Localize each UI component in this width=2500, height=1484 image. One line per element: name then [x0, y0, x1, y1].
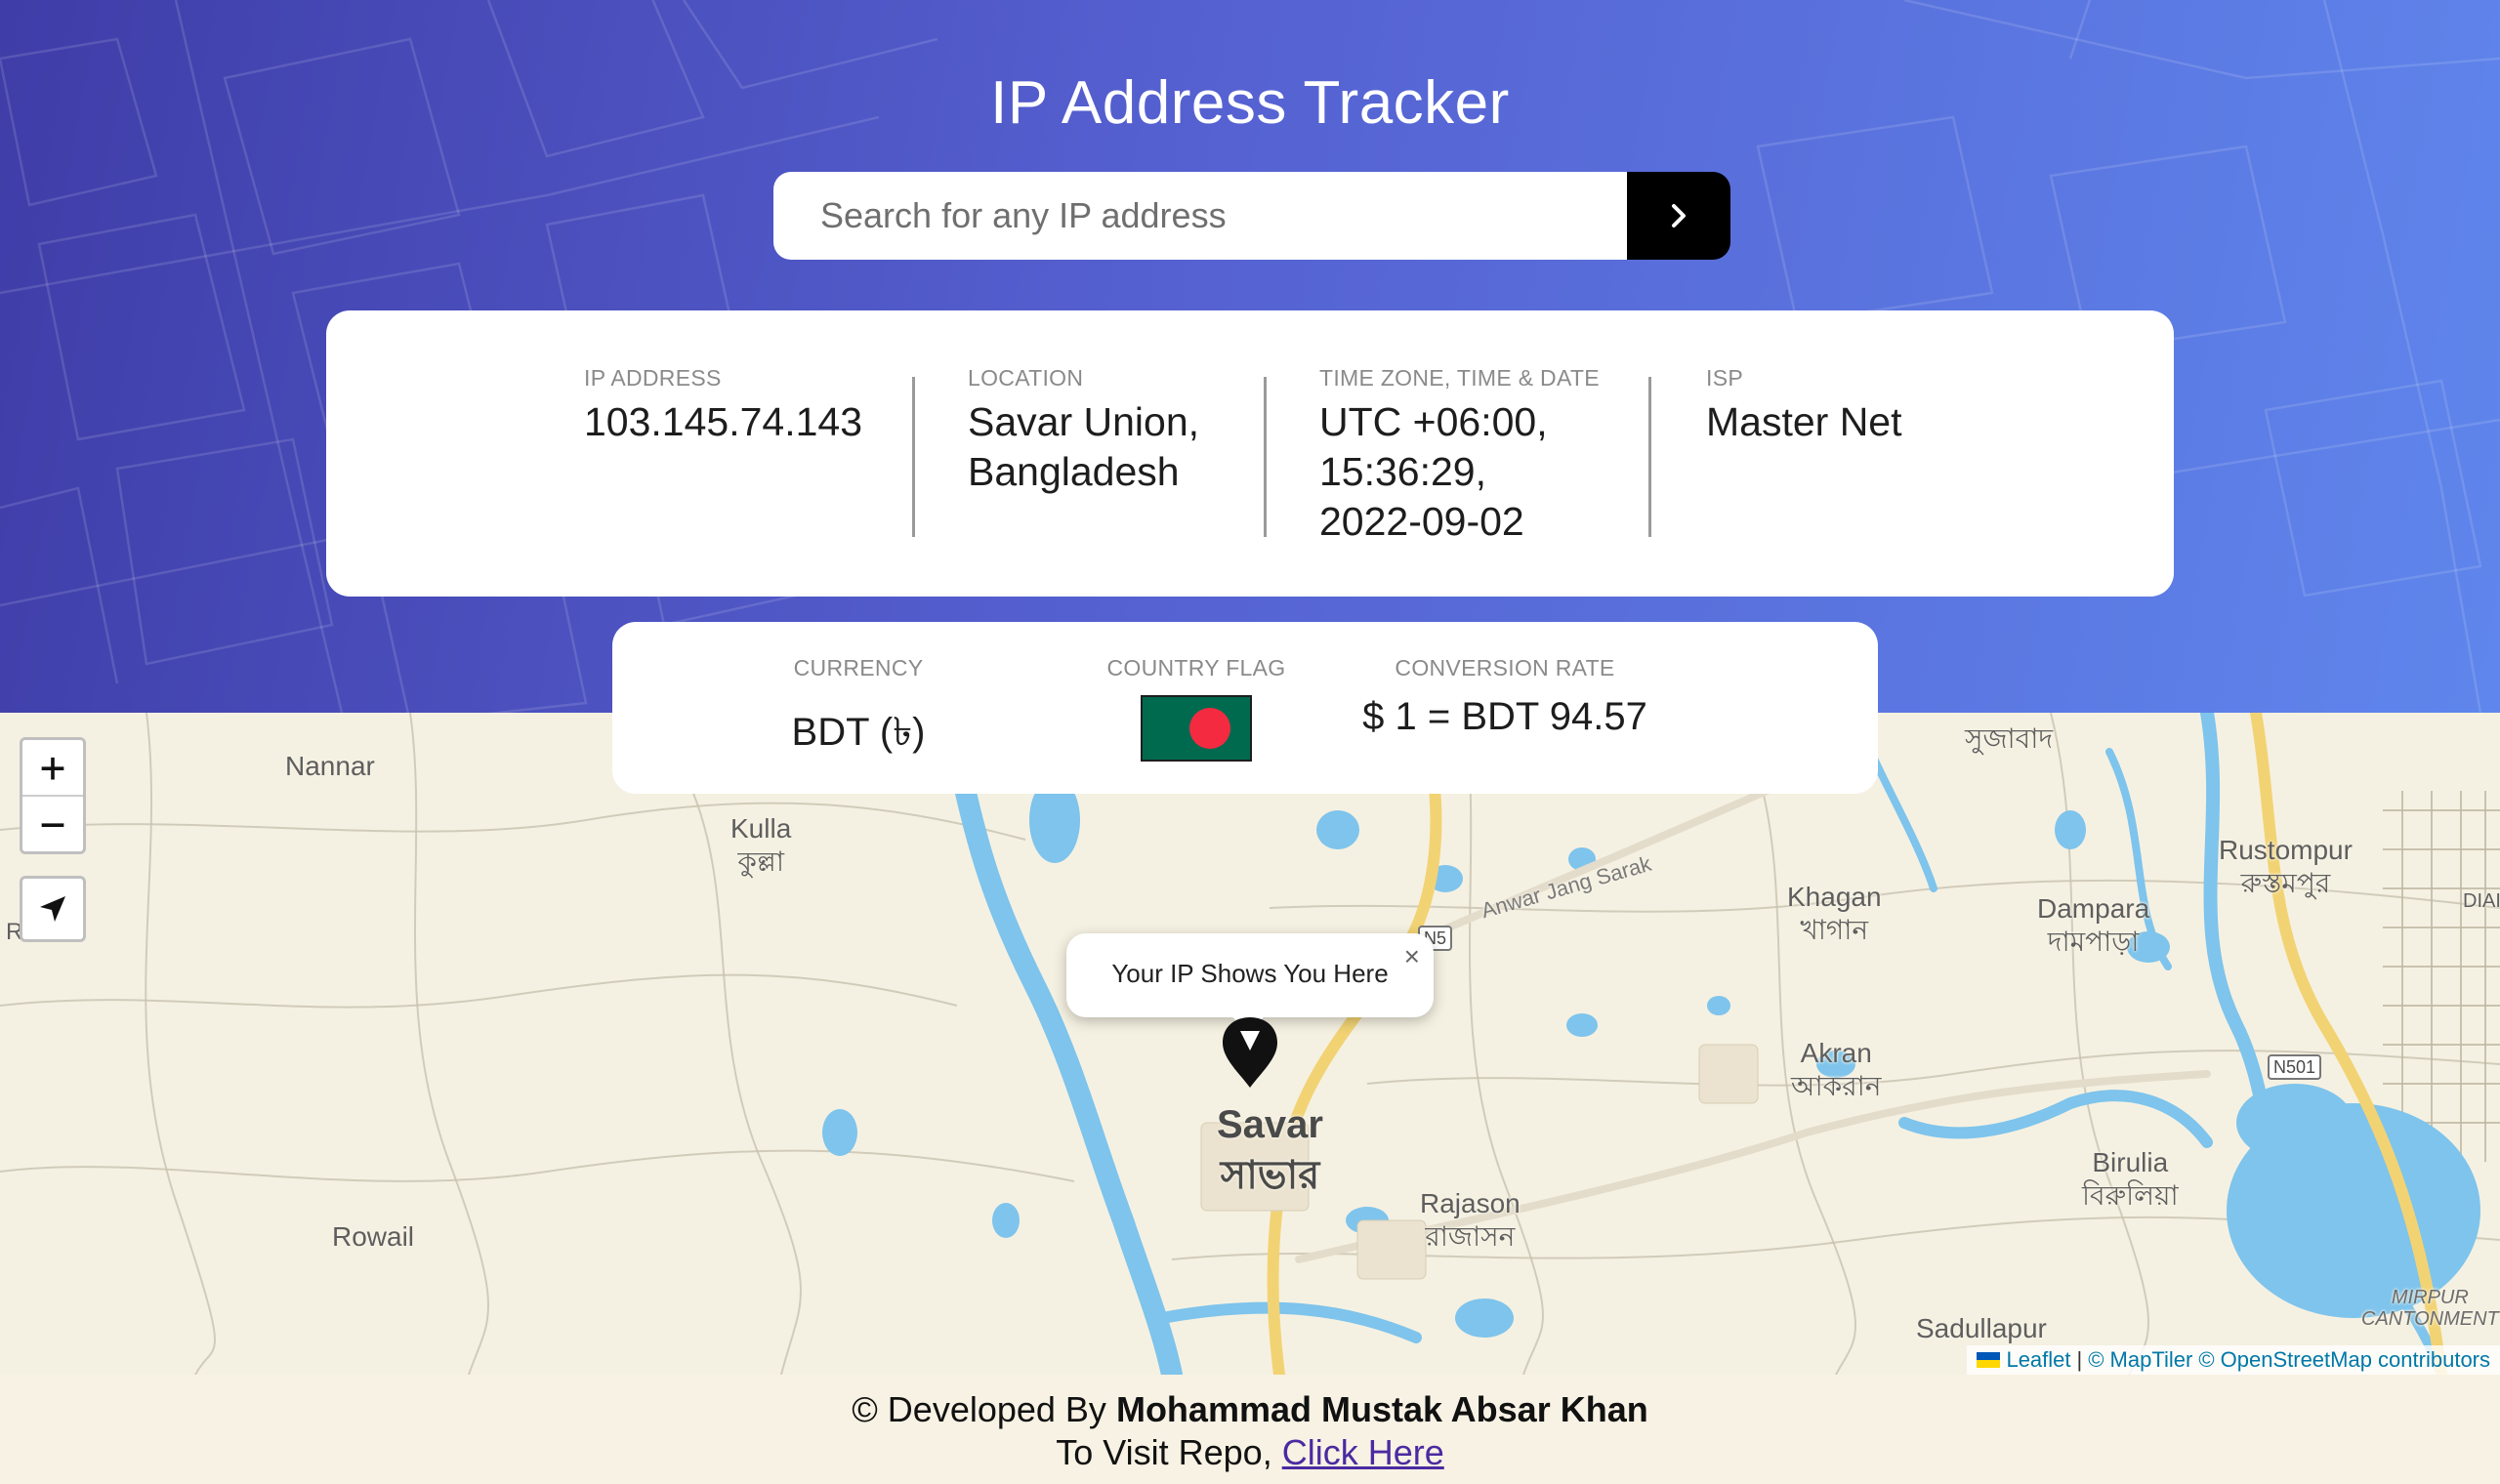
- map-label-khagan: Khagan খাগান: [1787, 882, 1882, 945]
- location-value-line2: Bangladesh: [968, 449, 1180, 494]
- attribution-separator: |: [2076, 1347, 2083, 1372]
- chevron-right-icon: [1672, 204, 1686, 227]
- flag-disc: [1189, 708, 1230, 749]
- repo-text: To Visit Repo,: [1056, 1432, 1272, 1472]
- ip-search-input[interactable]: [773, 172, 1627, 260]
- location-arrow-icon: [40, 896, 65, 922]
- currency-value: BDT (৳): [791, 711, 926, 754]
- conversion-rate-value: $ 1 = BDT 94.57: [1362, 695, 1647, 738]
- map-label-dampara: Dampara দামপাড়া: [2037, 893, 2150, 957]
- search-submit-button[interactable]: [1627, 172, 1730, 260]
- bangladesh-flag-icon: [1141, 695, 1252, 762]
- location-label: LOCATION: [968, 365, 1084, 391]
- ukraine-flag-icon: [1977, 1352, 2001, 1368]
- footer-prefix: © Developed By: [852, 1389, 1106, 1429]
- locate-me-button[interactable]: [20, 876, 86, 942]
- footer: © Developed By Mohammad Mustak Absar Kha…: [0, 1375, 2500, 1484]
- map-label-diabari-partial: DIAI: [2463, 890, 2500, 912]
- ip-address-value: 103.145.74.143: [584, 399, 862, 444]
- map-label-akran: Akran আকরান: [1791, 1038, 1882, 1101]
- map-label-mirpur-cantonment: MIRPUR CANTONMENT: [2361, 1287, 2499, 1330]
- ip-address-label: IP ADDRESS: [584, 365, 722, 391]
- leaflet-link[interactable]: Leaflet: [2006, 1347, 2070, 1373]
- currency-section: CURRENCY BDT (৳): [771, 655, 946, 766]
- info-divider: [912, 377, 915, 537]
- currency-card: CURRENCY BDT (৳) COUNTRY FLAG CONVERSION…: [612, 622, 1878, 794]
- map-label-rajason: Rajason রাজাসন: [1420, 1188, 1521, 1252]
- map-label-nannar: Nannar: [285, 751, 375, 781]
- repo-link[interactable]: Click Here: [1282, 1432, 1444, 1472]
- conversion-rate-label: CONVERSION RATE: [1395, 655, 1615, 680]
- zoom-out-button[interactable]: −: [22, 795, 83, 851]
- map-label-sadullapur: Sadullapur: [1916, 1313, 2047, 1343]
- ip-info-card: IP ADDRESS 103.145.74.143 LOCATION Savar…: [326, 310, 2174, 597]
- info-divider: [1648, 377, 1651, 537]
- country-flag-section: COUNTRY FLAG: [1063, 655, 1329, 762]
- map-label-birulia: Birulia বিরুলিয়া: [2082, 1147, 2179, 1211]
- maptiler-link[interactable]: © MapTiler: [2088, 1347, 2192, 1373]
- popup-text: Your IP Shows You Here: [1111, 959, 1389, 988]
- zoom-control: + −: [20, 737, 86, 854]
- info-divider: [1264, 377, 1267, 537]
- footer-repo: To Visit Repo, Click Here: [0, 1431, 2500, 1474]
- map-attribution: Leaflet | © MapTiler © OpenStreetMap con…: [1967, 1345, 2500, 1375]
- page-title: IP Address Tracker: [990, 69, 1510, 137]
- popup-close-button[interactable]: ×: [1404, 941, 1420, 972]
- timezone-label: TIME ZONE, TIME & DATE: [1319, 365, 1600, 391]
- map-label-rowail: Rowail: [332, 1221, 415, 1252]
- search-bar: [773, 172, 1730, 260]
- map-pin-icon: [1223, 1017, 1277, 1088]
- map-label-rustompur: Rustompur রুস্তমপুর: [2219, 835, 2353, 898]
- location-value-line1: Savar Union,: [968, 399, 1200, 444]
- location-section: LOCATION Savar Union, Bangladesh: [968, 365, 1199, 497]
- footer-credit: © Developed By Mohammad Mustak Absar Kha…: [0, 1388, 2500, 1431]
- currency-label: CURRENCY: [793, 655, 924, 680]
- country-flag-label: COUNTRY FLAG: [1106, 655, 1286, 680]
- isp-value: Master Net: [1706, 399, 1902, 444]
- timezone-value-line2: 15:36:29,: [1319, 449, 1486, 494]
- zoom-in-button[interactable]: +: [22, 740, 83, 795]
- isp-label: ISP: [1706, 365, 1743, 391]
- location-marker-icon[interactable]: [1219, 1013, 1281, 1094]
- isp-section: ISP Master Net: [1706, 365, 1902, 447]
- map-label-kulla: Kulla কুল্লা: [730, 813, 792, 877]
- map-label-savar: Savar সাভার: [1217, 1103, 1323, 1197]
- conversion-rate-section: CONVERSION RATE $ 1 = BDT 94.57: [1349, 655, 1661, 739]
- openstreetmap-link[interactable]: © OpenStreetMap contributors: [2198, 1347, 2490, 1373]
- timezone-value-line1: UTC +06:00,: [1319, 399, 1548, 444]
- timezone-value-line3: 2022-09-02: [1319, 499, 1524, 544]
- map-label-sujabad: সুজাবাদ: [1965, 723, 2054, 754]
- road-shield-n501: N501: [2268, 1054, 2322, 1080]
- map-view[interactable]: + − Nannar Kulla কুল্লা Rowail R a Savar…: [0, 713, 2500, 1375]
- ip-address-section: IP ADDRESS 103.145.74.143: [584, 365, 862, 447]
- location-popup: Your IP Shows You Here ×: [1066, 933, 1434, 1031]
- timezone-section: TIME ZONE, TIME & DATE UTC +06:00, 15:36…: [1319, 365, 1600, 547]
- developer-name: Mohammad Mustak Absar Khan: [1115, 1389, 1648, 1429]
